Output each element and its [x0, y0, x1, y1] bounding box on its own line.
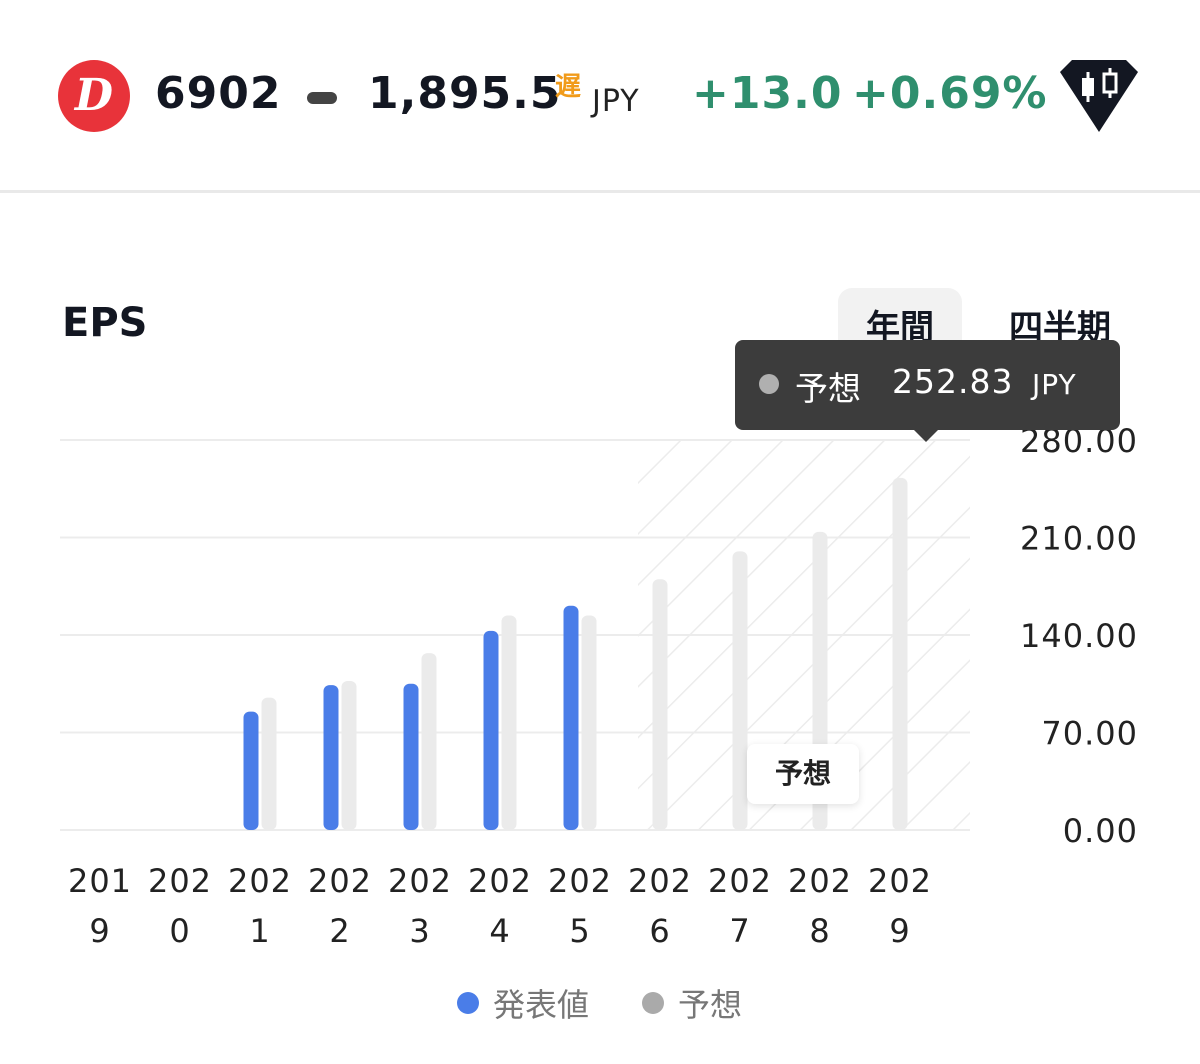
- tooltip-series-label: 予想: [795, 369, 861, 408]
- tooltip-series-dot: [759, 374, 779, 394]
- last-price: 1,895.5: [368, 68, 562, 119]
- x-tick-label: 201: [68, 862, 132, 900]
- x-tick-label: 5: [569, 912, 590, 950]
- legend-dot-forecast: [642, 992, 664, 1014]
- forecast-badge: 予想: [747, 744, 859, 804]
- ticker-symbol: 6902: [155, 68, 282, 119]
- x-tick-label: 9: [889, 912, 910, 950]
- x-tick-label: 1: [249, 912, 270, 950]
- bar-forecast-2029: [892, 477, 908, 830]
- bar-reported-2023: [403, 683, 419, 830]
- x-tick-label: 202: [468, 862, 532, 900]
- x-tick-label: 202: [148, 862, 212, 900]
- candlestick-diamond-icon[interactable]: [1058, 58, 1140, 134]
- bar-forecast-2025: [581, 615, 597, 830]
- y-tick-label: 0.00: [1063, 812, 1138, 850]
- y-tick-label: 210.00: [1020, 520, 1138, 558]
- legend-dot-reported: [457, 992, 479, 1014]
- x-tick-label: 4: [489, 912, 510, 950]
- bar-tooltip: 予想 252.83 JPY: [735, 340, 1120, 430]
- eps-bar-chart[interactable]: 201 9 202 0 202 1 202 2 202 3 202 4 202 5 202 6 202 7 202 8…: [0, 360, 1200, 970]
- bar-forecast-2026: [652, 579, 668, 830]
- section-title: EPS: [62, 300, 148, 346]
- x-tick-label: 0: [169, 912, 190, 950]
- market-status-dash: [307, 92, 337, 104]
- x-tick-label: 8: [809, 912, 830, 950]
- bar-forecast-2024: [501, 615, 517, 830]
- x-tick-label: 202: [548, 862, 612, 900]
- price-change: +13.0: [692, 68, 843, 119]
- bar-reported-2022: [323, 685, 339, 830]
- x-tick-label: 202: [708, 862, 772, 900]
- bar-reported-2025: [563, 605, 579, 830]
- bar-reported-2021: [243, 711, 259, 830]
- price-currency: JPY: [592, 84, 640, 119]
- bar-forecast-2027: [732, 551, 748, 830]
- tooltip-value: 252.83: [892, 362, 1014, 401]
- x-tick-label: 3: [409, 912, 430, 950]
- tooltip-pointer: [912, 428, 940, 442]
- x-tick-label: 9: [89, 912, 110, 950]
- x-tick-label: 202: [388, 862, 452, 900]
- company-logo: D: [58, 60, 130, 132]
- delayed-badge: 遅: [555, 72, 582, 102]
- x-tick-label: 2: [329, 912, 350, 950]
- tooltip-currency: JPY: [1032, 368, 1077, 401]
- bar-forecast-2021: [261, 697, 277, 830]
- x-tick-label: 6: [649, 912, 670, 950]
- x-tick-label: 202: [868, 862, 932, 900]
- x-tick-label: 202: [628, 862, 692, 900]
- bar-reported-2024: [483, 630, 499, 830]
- x-tick-label: 202: [228, 862, 292, 900]
- y-tick-label: 140.00: [1020, 617, 1138, 655]
- x-tick-label: 7: [729, 912, 750, 950]
- bar-forecast-2023: [421, 653, 437, 830]
- x-tick-label: 202: [308, 862, 372, 900]
- y-tick-label: 70.00: [1041, 715, 1138, 753]
- x-tick-label: 202: [788, 862, 852, 900]
- stock-header: D 6902 1,895.5 遅 JPY +13.0 +0.69%: [0, 0, 1200, 193]
- bar-forecast-2022: [341, 680, 357, 830]
- price-change-percent: +0.69%: [852, 68, 1048, 119]
